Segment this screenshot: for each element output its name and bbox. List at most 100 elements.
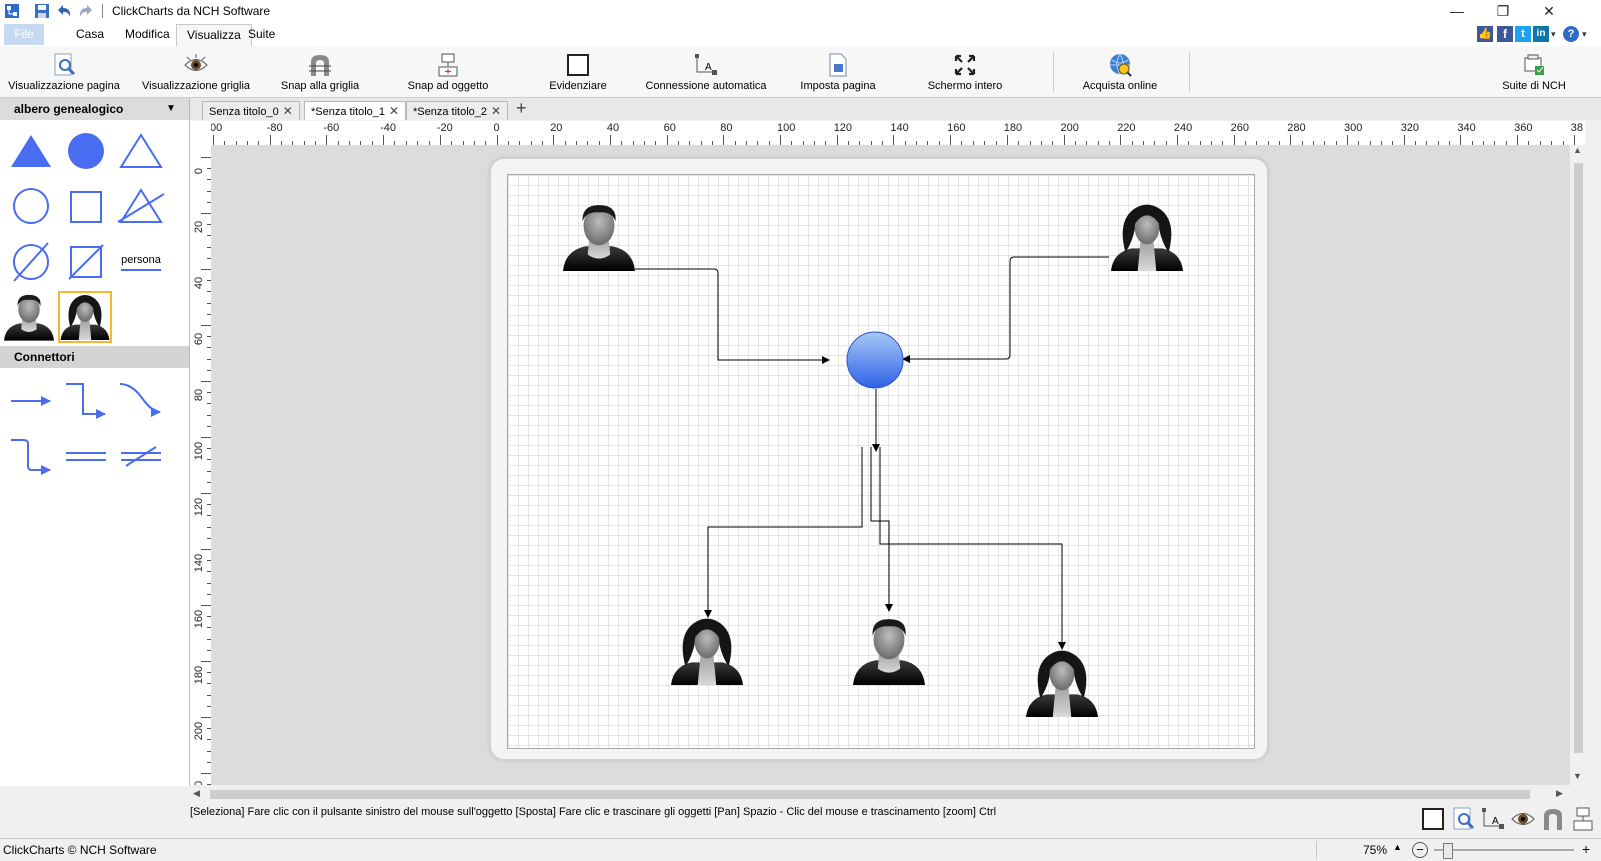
redo-icon[interactable] xyxy=(78,3,94,19)
person-child-son[interactable] xyxy=(853,619,925,685)
shape-crossed-triangle[interactable] xyxy=(116,184,166,230)
ruler-label: 360 xyxy=(1514,122,1533,134)
tab-senza-titolo-0[interactable]: Senza titolo_0 ✕ xyxy=(202,101,300,120)
person-mother[interactable] xyxy=(1111,204,1183,271)
category-selector[interactable]: albero genealogico ▼ xyxy=(0,98,189,120)
auto-connect-button[interactable]: A Connessione automatica xyxy=(640,48,772,96)
person-father[interactable] xyxy=(563,205,635,271)
twitter-icon[interactable]: t xyxy=(1515,26,1531,42)
facebook-icon[interactable]: f xyxy=(1497,26,1513,42)
zoom-slider-thumb[interactable] xyxy=(1443,843,1453,859)
ruler-label: 20 xyxy=(550,122,563,134)
highlight-button[interactable]: Evidenziare xyxy=(536,48,620,96)
document-tabs: Senza titolo_0 ✕ *Senza titolo_1 ✕ *Senza … xyxy=(190,98,1601,120)
union-circle[interactable] xyxy=(846,331,904,389)
connector-rounded-elbow[interactable] xyxy=(6,434,56,480)
share-dropdown-icon[interactable]: ▾ xyxy=(1551,26,1561,42)
close-button[interactable]: ✕ xyxy=(1526,0,1572,22)
vertical-scroll-thumb[interactable] xyxy=(1574,163,1583,753)
menu-file[interactable]: File xyxy=(4,24,44,45)
page-view-toggle-icon[interactable] xyxy=(1450,806,1476,832)
restore-button[interactable]: ❐ xyxy=(1480,0,1526,22)
shape-square[interactable] xyxy=(61,184,111,230)
connector-child-3[interactable] xyxy=(879,447,1066,650)
page-setup-button[interactable]: Imposta pagina xyxy=(790,48,886,96)
zoom-menu-icon[interactable]: ▲ xyxy=(1393,842,1402,852)
ruler-label: 200 xyxy=(1060,122,1079,134)
horizontal-scroll-thumb[interactable] xyxy=(210,790,1530,799)
shape-crossed-circle[interactable] xyxy=(6,239,56,285)
app-icon[interactable] xyxy=(4,3,20,19)
zoom-slider-track[interactable] xyxy=(1434,849,1574,851)
ruler-label: 140 xyxy=(193,553,205,573)
person-child-daughter-1[interactable] xyxy=(671,618,743,685)
shape-triangle[interactable] xyxy=(116,129,166,175)
scroll-down-icon[interactable]: ▼ xyxy=(1573,771,1582,781)
connector-curved[interactable] xyxy=(116,378,166,424)
connector-double-line[interactable] xyxy=(61,434,111,480)
scroll-left-icon[interactable]: ◀ xyxy=(193,788,200,799)
svg-text:A: A xyxy=(1492,816,1499,827)
grid-view-button[interactable]: Visualizzazione griglia xyxy=(140,48,252,96)
menu-suite[interactable]: Suite xyxy=(238,24,285,45)
auto-connect-toggle-icon[interactable]: A xyxy=(1480,806,1506,832)
linkedin-icon[interactable]: in xyxy=(1533,26,1549,42)
shape-woman-selected[interactable] xyxy=(58,291,112,343)
connector-father-union[interactable] xyxy=(635,268,830,364)
snap-grid-toggle-icon[interactable] xyxy=(1540,806,1566,832)
menu-casa[interactable]: Casa xyxy=(66,24,114,45)
help-icon[interactable]: ? xyxy=(1563,26,1579,42)
shape-filled-circle[interactable] xyxy=(61,129,111,175)
connector-straight[interactable] xyxy=(6,378,56,424)
shape-man[interactable] xyxy=(3,293,55,341)
undo-icon[interactable] xyxy=(56,3,72,19)
menu-modifica[interactable]: Modifica xyxy=(115,24,180,45)
highlight-toggle-icon[interactable] xyxy=(1420,806,1446,832)
scroll-right-icon[interactable]: ▶ xyxy=(1556,788,1563,799)
help-dropdown-icon[interactable]: ▾ xyxy=(1582,26,1592,42)
vertical-scrollbar[interactable]: ▲ ▼ xyxy=(1570,145,1587,785)
scroll-up-icon[interactable]: ▲ xyxy=(1573,145,1582,155)
connector-divorce-line[interactable] xyxy=(116,434,166,480)
horizontal-ruler: 00 -80 -60 -40 -20 0 20 40 60 80 100 120 140 160 180 20… xyxy=(211,121,1585,146)
shape-crossed-square[interactable] xyxy=(61,239,111,285)
add-tab-icon[interactable]: + xyxy=(516,98,527,119)
tab-senza-titolo-2[interactable]: *Senza titolo_2 ✕ xyxy=(406,101,509,120)
connector-mother-union[interactable] xyxy=(902,256,1109,363)
horizontal-scrollbar[interactable]: ◀ ▶ xyxy=(190,786,1570,803)
ruler-label: 20 xyxy=(193,775,205,785)
close-tab-icon[interactable]: ✕ xyxy=(283,104,293,118)
snap-object-button[interactable]: Snap ad oggetto xyxy=(395,48,501,96)
ruler-label: 260 xyxy=(1230,122,1249,134)
globe-icon xyxy=(1110,53,1132,77)
nch-suite-button[interactable]: Suite di NCH xyxy=(1494,48,1574,96)
connectors-title: Connettori xyxy=(14,350,75,364)
shape-person-label[interactable]: persona xyxy=(116,254,166,271)
zoom-out-icon[interactable]: − xyxy=(1412,842,1428,858)
zoom-level[interactable]: 75% xyxy=(1363,843,1387,857)
ruler-label: 80 xyxy=(720,122,733,134)
close-tab-icon[interactable]: ✕ xyxy=(389,104,399,118)
buy-online-button[interactable]: Acquista online xyxy=(1070,48,1170,96)
tab-senza-titolo-1[interactable]: *Senza titolo_1 ✕ xyxy=(304,101,407,120)
grid-view-toggle-icon[interactable] xyxy=(1510,806,1536,832)
shape-circle[interactable] xyxy=(6,184,56,230)
page-view-button[interactable]: Visualizzazione pagina xyxy=(8,48,120,96)
connector-elbow[interactable] xyxy=(61,378,111,424)
minimize-button[interactable]: — xyxy=(1434,0,1480,22)
save-icon[interactable] xyxy=(34,3,50,19)
ruler-label: 00 xyxy=(211,122,223,134)
ruler-label: 120 xyxy=(193,497,205,517)
connector-child-1[interactable] xyxy=(704,447,863,618)
snap-grid-button[interactable]: Snap alla griglia xyxy=(270,48,370,96)
snap-object-toggle-icon[interactable] xyxy=(1570,806,1596,832)
ruler-label: 180 xyxy=(193,665,205,685)
person-child-daughter-2[interactable] xyxy=(1026,650,1098,717)
drawing-grid[interactable] xyxy=(507,174,1255,749)
shape-filled-triangle[interactable] xyxy=(6,129,56,175)
close-tab-icon[interactable]: ✕ xyxy=(491,104,501,118)
fullscreen-button[interactable]: Schermo intero xyxy=(915,48,1015,96)
thumbs-up-icon[interactable]: 👍 xyxy=(1477,26,1493,42)
canvas-area[interactable] xyxy=(211,145,1570,785)
zoom-in-icon[interactable]: + xyxy=(1582,841,1590,857)
